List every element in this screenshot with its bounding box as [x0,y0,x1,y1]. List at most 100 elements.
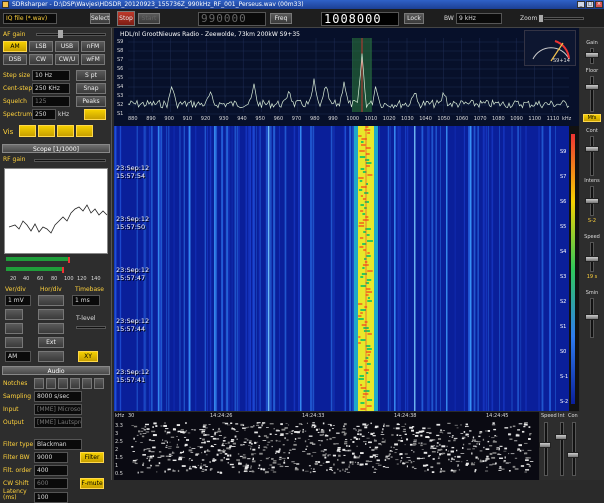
notch-4[interactable] [70,378,80,389]
spectrum-toggle[interactable] [84,109,106,120]
smin-knob[interactable] [585,314,599,320]
scope-btn-b[interactable] [38,309,64,320]
sampling-select[interactable]: 8000 s/sec [34,391,82,402]
peaks-button[interactable]: Peaks [76,96,106,107]
vis-button-4[interactable] [76,125,93,137]
start-button[interactable]: Start [138,13,160,24]
int-knob[interactable] [555,434,567,440]
xy-button[interactable]: XY [78,351,98,362]
step-size-select[interactable]: 10 Hz [32,70,70,81]
audio-speck [134,462,138,465]
mode-am-button[interactable]: AM [3,41,27,52]
audio-speck [439,443,441,446]
notch-2[interactable] [46,378,56,389]
scope-btn-c[interactable] [5,323,23,334]
snap-button[interactable]: Snap [76,83,106,94]
waterfall-display[interactable]: 23:Sep:12 15:57:54 23:Sep:12 15:57:50 23:S… [114,126,579,411]
speed-label: Speed [541,413,557,419]
mode-cwu-button[interactable]: CW/U [55,54,79,65]
speed-knob-right[interactable] [585,256,599,262]
mfs-button[interactable]: Mfs [583,114,601,122]
mode-wfm-button[interactable]: wFM [81,54,105,65]
af-gain-thumb[interactable] [58,30,63,38]
select-button[interactable]: Select [90,13,110,24]
audio-speck [199,437,202,439]
rf-gain-slider[interactable] [34,159,106,162]
zoom-slider-thumb[interactable] [538,14,544,23]
notch-3[interactable] [58,378,68,389]
notch-1[interactable] [34,378,44,389]
speed-slider[interactable] [544,422,548,476]
center-frequency-display[interactable]: 990000 [198,12,266,26]
ext-button-1[interactable] [5,337,23,348]
waterfall-line [313,126,315,411]
audio-speck [421,430,425,433]
audio-speck [515,434,520,437]
mode-cw-button[interactable]: CW [29,54,53,65]
close-button[interactable]: × [595,1,603,8]
audio-speck [212,428,214,431]
audio-speck [249,447,252,450]
audio-spectrogram[interactable]: kHz 30 3.3 3 2.5 2 1.5 1 0.5 14:24:26 14:24:33 14:2… [114,412,539,480]
vis-button-2[interactable] [38,125,55,137]
minimize-button[interactable]: _ [577,1,585,8]
squelch-input[interactable]: 125 [32,96,70,107]
mode-usb-button[interactable]: USB [55,41,79,52]
af-gain-slider[interactable] [36,33,106,36]
spectrum-input[interactable]: 250 [32,109,56,120]
speed-knob[interactable] [539,442,551,448]
intensity-knob[interactable] [585,198,599,204]
timebase-select[interactable]: 1 ms [72,295,100,306]
vis-button-1[interactable] [19,125,36,137]
filter-button[interactable]: Filter [80,452,104,463]
mode-nfm-button[interactable]: nFM [81,41,105,52]
am-select[interactable]: AM [5,351,31,362]
cent-step-select[interactable]: 250 KHz [32,83,70,94]
lock-button[interactable]: Lock [404,13,424,24]
contrast-knob[interactable] [585,146,599,152]
output-device-select[interactable]: [MME] Lautsprecher [34,417,82,428]
contrast-slider[interactable] [590,136,594,176]
channel-select[interactable] [38,351,64,362]
ext-button[interactable]: Ext [38,337,64,348]
latency-input[interactable]: 100 [34,492,68,503]
scope-header[interactable]: Scope [1/1000] [2,144,110,153]
stop-button[interactable]: Stop [117,11,135,26]
audio-speck [267,441,271,443]
gain-knob[interactable] [585,52,599,58]
scope-tick: 100 [64,276,74,282]
freq-button[interactable]: Freq [270,13,292,24]
vis-button-3[interactable] [57,125,74,137]
mode-dsb-button[interactable]: DSB [3,54,27,65]
floor-knob[interactable] [585,84,599,90]
filter-type-select[interactable]: Blackman [34,439,82,450]
source-select[interactable]: IQ file (*.wav) [3,13,57,24]
int-slider[interactable] [560,422,564,476]
filt-order-input[interactable]: 400 [34,465,68,476]
con-knob[interactable] [567,452,579,458]
s-pt-select[interactable]: S pt [76,70,106,81]
floor-label: Floor [585,68,599,74]
spectrum-display[interactable]: HDL/nl GrootNieuws Radio - Zeewolde, 73k… [114,28,579,126]
audio-speck [152,434,157,437]
t-level-slider[interactable] [76,326,106,329]
con-slider[interactable] [572,422,576,476]
squelch-label: Squelch [3,98,27,105]
ver-div-select[interactable]: 1 mV [5,295,31,306]
signal-noise [366,234,370,236]
frequency-display[interactable]: 1008000 [321,12,399,26]
audio-header[interactable]: Audio [2,366,110,375]
floor-slider[interactable] [590,76,594,112]
notch-6[interactable] [94,378,104,389]
zoom-slider[interactable] [540,17,584,20]
scope-btn-d[interactable] [38,323,64,334]
bandwidth-select[interactable]: 9 kHz [456,13,502,24]
notch-5[interactable] [82,378,92,389]
filter-bw-input[interactable]: 9000 [34,452,68,463]
scope-btn-a[interactable] [5,309,23,320]
mode-lsb-button[interactable]: LSB [29,41,53,52]
maximize-button[interactable]: □ [586,1,594,8]
input-device-select[interactable]: [MME] Microsoft S [34,404,82,415]
hor-div-select[interactable] [38,295,64,306]
audio-speck [341,461,345,463]
